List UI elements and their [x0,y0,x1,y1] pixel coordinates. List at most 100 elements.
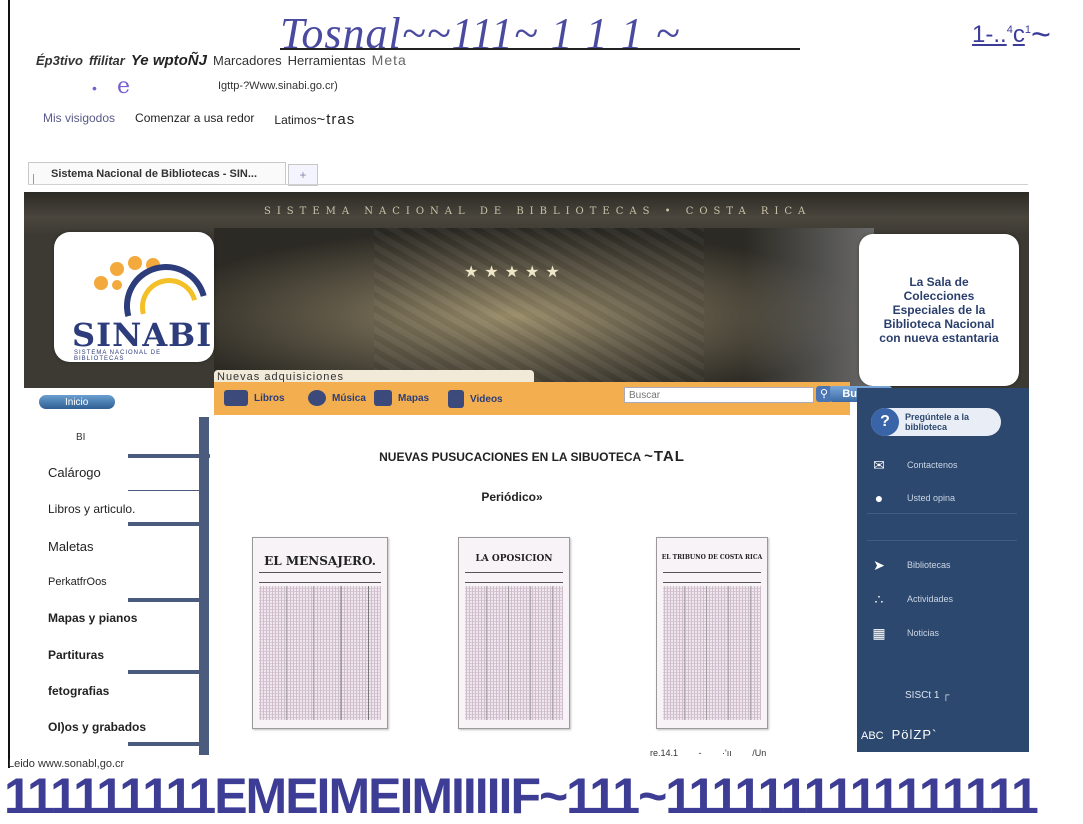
window-controls[interactable]: 1-..4c1~ [972,16,1051,55]
rp-item-actividades[interactable]: ∴ Actividades [869,592,954,606]
bookmark-comenzar[interactable]: Comenzar a usa redor [135,111,254,128]
sidebar-item-fotografias[interactable]: fetografias [48,684,109,698]
sidebar-item-mapas[interactable]: Mapas y pianos [48,611,137,625]
new-tab-button[interactable]: + [288,164,318,186]
menu-herramientas[interactable]: Herramientas [288,53,366,68]
nav-mapas[interactable]: Mapas [374,390,429,406]
banner-illustration-texture [374,228,704,388]
sidebar-item-dibujos[interactable]: OI)os y grabados [48,720,146,734]
partner-logo: PölZP` [891,727,938,742]
newspaper-rule [259,582,381,583]
home-button[interactable]: Inicio [38,394,116,410]
sidebar-heading: BI [76,432,86,443]
banner-heading: SISTEMA NACIONAL DE BIBLIOTECAS • COSTA … [264,206,812,217]
sidebar-divider [128,598,202,602]
sidebar-item-libros[interactable]: Libros y articulo. [48,502,135,516]
newspaper-columns [465,586,563,720]
rp-item-label: Usted opina [907,493,956,503]
thumbnail-caption: re.14.1 - ·'ıı /Un [650,748,767,758]
news-icon: ▦ [872,625,886,641]
logo-dot-icon [110,262,124,276]
ask-library-button[interactable]: ? Pregúntele a la biblioteca [871,408,1001,436]
rp-footer[interactable]: SISCt 1 ┌ [905,690,949,701]
rp-divider [867,540,1017,541]
logo-tagline: SISTEMA NACIONAL DE BIBLIOTECAS [74,350,162,362]
rp-item-usted-opina[interactable]: ● Usted opina [869,491,955,505]
sidebar-item-periodicos[interactable]: PerkatfrOos [48,576,107,588]
nav-musica[interactable]: Música [308,390,366,406]
page-title-text: NUEVAS PUSUCACIONES EN LA SIBUOTECA [379,450,641,464]
window-controls-end[interactable]: ~ [1031,16,1051,54]
newspaper-title: LA OPOSICION [475,554,553,564]
newspaper-title: EL TRIBUNO DE COSTA RICA [661,554,763,561]
video-icon [448,390,464,408]
page-title: NUEVAS PUSUCACIONES EN LA SIBUOTECA ~TAL [212,448,852,465]
site-banner: SISTEMA NACIONAL DE BIBLIOTECAS • COSTA … [24,192,1029,388]
menu-ver[interactable]: Ye wptoÑJ [131,52,207,69]
rp-item-bibliotecas[interactable]: ➤ Bibliotecas [869,557,951,573]
bookmark-ultimas-label: Latimos [274,113,317,127]
menu-ayuda[interactable]: Meta [372,52,407,68]
sidebar-item-revistas[interactable]: Maletas [48,539,94,554]
sidebar-item-partituras[interactable]: Partituras [48,648,104,662]
newspaper-rule [465,582,563,583]
rp-item-label: Bibliotecas [907,560,951,570]
window-controls-text[interactable]: 1-.. [972,21,1007,48]
sinabi-logo[interactable]: SINABI SISTEMA NACIONAL DE BIBLIOTECAS [54,232,224,364]
rp-item-label: Noticias [907,628,940,638]
rp-item-contactenos[interactable]: ✉ Contactenos [869,457,958,473]
abc-logo: ABC [861,730,884,742]
menu-archivo[interactable]: Ép3tivo [36,53,83,68]
browser-e-icon[interactable]: e [117,74,130,99]
status-bar: 111111111EMEIMEIMIIIIIF~111~111111111111… [4,768,1039,824]
ask-library-label: Pregúntele a la biblioteca [905,412,970,432]
speech-bubble-icon: ● [874,490,884,506]
rp-item-label: Contactenos [907,460,958,470]
logo-name: SINABI [72,316,213,354]
newspaper-columns [259,586,381,720]
window-controls-tail[interactable]: c [1013,21,1025,48]
newspaper-columns [663,586,761,720]
library-icon: ➤ [873,557,885,573]
question-icon: ? [871,408,899,436]
address-bar[interactable]: Igttp-?Www.sinabi.go.cr) [218,80,338,92]
mail-icon: ✉ [873,457,885,473]
rp-item-noticias[interactable]: ▦ Noticias [869,626,939,640]
nav-videos[interactable]: Videos [448,390,503,408]
sidebar-item-catalogo[interactable]: Calárogo [48,465,101,480]
browser-tab[interactable]: Sistema Nacional de Bibliotecas - SIN... [28,162,286,184]
promo-card[interactable]: La Sala de Colecciones Especiales de la … [859,234,1019,386]
back-button[interactable]: • [92,80,97,96]
banner-shade [744,228,874,388]
newspaper-thumbnail[interactable]: EL TRIBUNO DE COSTA RICA [656,537,768,729]
bookmarks-bar: Mis visigodos Comenzar a usa redor Latim… [43,111,355,128]
newspaper-thumbnail[interactable]: LA OPOSICION [458,537,570,729]
promo-text: La Sala de Colecciones Especiales de la … [879,275,999,345]
nav-mapas-label: Mapas [398,392,430,404]
menu-marcadores[interactable]: Marcadores [213,53,282,68]
title-underline [280,48,800,50]
site-nav-bar: Nuevas adquisiciones Inicio Libros Músic… [24,370,892,415]
rp-divider [867,513,1017,514]
logo-dot-icon [94,276,108,290]
section-subtitle: Periódico» [481,490,543,504]
search-input[interactable] [624,387,814,403]
nav-libros[interactable]: Libros [224,390,285,406]
sidebar-divider [128,522,208,526]
book-icon [224,390,248,406]
newspaper-title: EL MENSAJERO. [264,554,376,568]
window-left-border [8,0,10,768]
menu-editar[interactable]: ffilitar [89,53,125,68]
bookmark-mis-sitios[interactable]: Mis visigodos [43,111,115,128]
sidebar-divider [128,742,202,746]
logo-dot-icon [128,256,142,270]
newspaper-thumbnail[interactable]: EL MENSAJERO. [252,537,388,729]
nav-libros-label: Libros [254,392,285,404]
newspaper-rule [465,572,563,573]
sidebar-divider [128,454,210,458]
rp-item-label: Actividades [907,594,954,604]
rp-logos[interactable]: ABC PölZP` [861,727,937,742]
bookmark-ultimas-noticias[interactable]: Latimos~tras [274,111,355,128]
bookmark-ultimas-suffix: ~tras [316,111,356,128]
menu-bar: Ép3tivo ffilitar Ye wptoÑJ Marcadores He… [36,52,407,69]
